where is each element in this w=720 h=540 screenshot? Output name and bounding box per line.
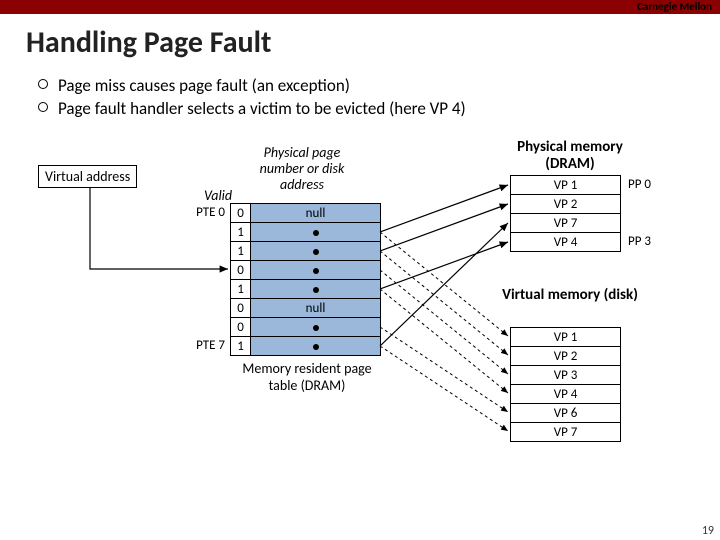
table-row: 0null bbox=[231, 299, 381, 318]
addr-cell bbox=[251, 242, 381, 261]
addr-cell: null bbox=[251, 204, 381, 223]
bullet-icon bbox=[38, 102, 48, 112]
virtual-address-box: Virtual address bbox=[38, 165, 137, 188]
page-number: 19 bbox=[702, 524, 714, 538]
vm-cell: VP 3 bbox=[511, 366, 621, 385]
table-row: VP 1 bbox=[511, 328, 621, 347]
pp0-label: PP 0 bbox=[628, 177, 651, 192]
valid-cell: 0 bbox=[231, 318, 251, 337]
bullet-icon bbox=[38, 79, 48, 89]
table-row: 1 bbox=[231, 337, 381, 356]
addr-cell: null bbox=[251, 299, 381, 318]
dot-icon bbox=[313, 344, 319, 350]
valid-cell: 0 bbox=[231, 299, 251, 318]
phys-cell: VP 7 bbox=[511, 214, 621, 233]
vm-cell: VP 4 bbox=[511, 385, 621, 404]
slide-title: Handling Page Fault bbox=[26, 24, 720, 61]
ppn-header: Physical page number or disk address bbox=[242, 145, 362, 193]
table-row: 0 bbox=[231, 261, 381, 280]
table-row: VP 4 bbox=[511, 233, 621, 252]
institution-label: Carnegie Mellon bbox=[637, 0, 712, 14]
table-row: 0null bbox=[231, 204, 381, 223]
virt-mem-label: Virtual memory (disk) bbox=[500, 287, 640, 304]
addr-cell bbox=[251, 280, 381, 299]
phys-cell: VP 1 bbox=[511, 176, 621, 195]
table-row: VP 2 bbox=[511, 347, 621, 366]
top-bar: Carnegie Mellon bbox=[0, 0, 720, 14]
addr-cell bbox=[251, 223, 381, 242]
pte7-label: PTE 7 bbox=[185, 338, 225, 353]
dot-icon bbox=[313, 268, 319, 274]
valid-cell: 1 bbox=[231, 280, 251, 299]
addr-cell bbox=[251, 261, 381, 280]
vm-cell: VP 6 bbox=[511, 404, 621, 423]
table-row: VP 3 bbox=[511, 366, 621, 385]
dot-icon bbox=[313, 287, 319, 293]
dot-icon bbox=[313, 230, 319, 236]
vm-cell: VP 7 bbox=[511, 423, 621, 442]
table-row: VP 6 bbox=[511, 404, 621, 423]
valid-cell: 0 bbox=[231, 261, 251, 280]
pp3-label: PP 3 bbox=[628, 234, 651, 249]
table-row: VP 7 bbox=[511, 423, 621, 442]
page-table-caption: Memory resident page table (DRAM) bbox=[242, 361, 372, 395]
bullet-text: Page miss causes page fault (an exceptio… bbox=[58, 75, 350, 96]
virt-mem-table: VP 1 VP 2 VP 3 VP 4 VP 6 VP 7 bbox=[510, 327, 621, 442]
table-row: 1 bbox=[231, 223, 381, 242]
dot-icon bbox=[313, 249, 319, 255]
valid-cell: 1 bbox=[231, 337, 251, 356]
table-row: VP 1 bbox=[511, 176, 621, 195]
list-item: Page fault handler selects a victim to b… bbox=[38, 98, 720, 119]
phys-mem-label: Physical memory (DRAM) bbox=[500, 139, 640, 172]
table-row: 0 bbox=[231, 318, 381, 337]
valid-label: Valid bbox=[204, 187, 232, 204]
addr-cell bbox=[251, 337, 381, 356]
valid-cell: 0 bbox=[231, 204, 251, 223]
vm-cell: VP 1 bbox=[511, 328, 621, 347]
vm-cell: VP 2 bbox=[511, 347, 621, 366]
pte0-label: PTE 0 bbox=[185, 205, 225, 220]
addr-cell bbox=[251, 318, 381, 337]
bullet-text: Page fault handler selects a victim to b… bbox=[58, 98, 466, 119]
valid-cell: 1 bbox=[231, 242, 251, 261]
table-row: 1 bbox=[231, 242, 381, 261]
table-row: VP 4 bbox=[511, 385, 621, 404]
valid-cell: 1 bbox=[231, 223, 251, 242]
table-row: VP 7 bbox=[511, 214, 621, 233]
dot-icon bbox=[313, 325, 319, 331]
phys-cell: VP 2 bbox=[511, 195, 621, 214]
phys-cell: VP 4 bbox=[511, 233, 621, 252]
page-table: 0null 1 1 0 1 0null 0 1 bbox=[230, 203, 381, 356]
phys-mem-table: VP 1 VP 2 VP 7 VP 4 bbox=[510, 175, 621, 252]
table-row: 1 bbox=[231, 280, 381, 299]
diagram: Virtual address Physical page number or … bbox=[20, 139, 700, 479]
list-item: Page miss causes page fault (an exceptio… bbox=[38, 75, 720, 96]
table-row: VP 2 bbox=[511, 195, 621, 214]
bullet-list: Page miss causes page fault (an exceptio… bbox=[38, 75, 720, 119]
